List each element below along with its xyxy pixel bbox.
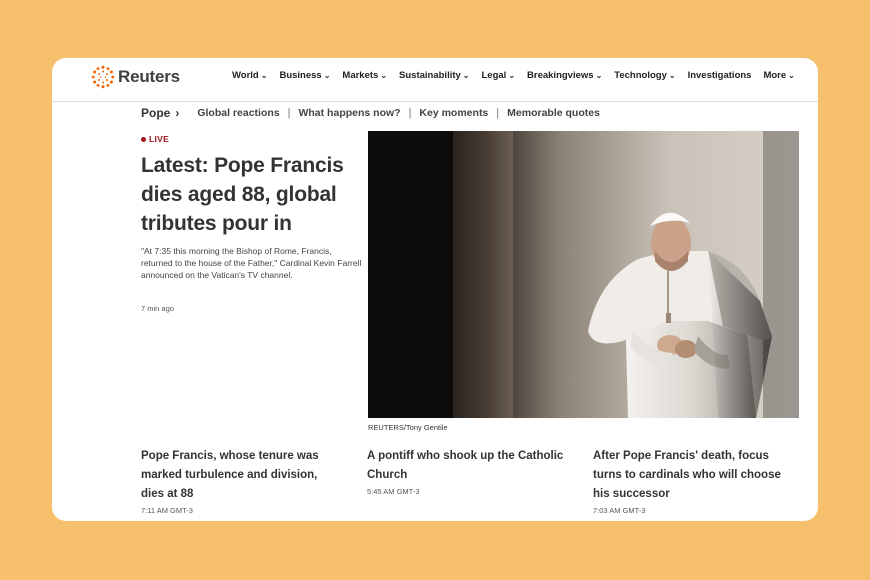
nav-item-investigations[interactable]: Investigations (688, 70, 752, 81)
story-timestamp: 5:45 AM GMT-3 (367, 487, 420, 496)
nav-item-business[interactable]: Business ⌄ (279, 70, 330, 81)
divider: | (408, 107, 412, 119)
reuters-logo-icon (91, 65, 115, 89)
main-headline[interactable]: Latest: Pope Francis dies aged 88, globa… (141, 151, 356, 238)
story-card[interactable]: Pope Francis, whose tenure was marked tu… (141, 447, 341, 515)
nav-item-sustainability[interactable]: Sustainability ⌄ (399, 70, 469, 81)
story-title[interactable]: Pope Francis, whose tenure was marked tu… (141, 447, 341, 504)
chevron-down-icon: ⌄ (380, 71, 388, 80)
nav-label: Legal (481, 70, 507, 81)
subnav-link-key-moments[interactable]: Key moments (419, 107, 488, 119)
nav-label: Technology (614, 70, 667, 81)
story-timestamp: 7:03 AM GMT-3 (593, 506, 646, 515)
chevron-down-icon: ⌄ (508, 71, 516, 80)
section-label: Pope (141, 106, 171, 120)
main-nav: World ⌄ Business ⌄ Markets ⌄ Sustainability… (232, 70, 807, 81)
nav-label: Markets (342, 70, 379, 81)
section-link-pope[interactable]: Pope › (141, 106, 179, 120)
nav-label: Business (279, 70, 322, 81)
live-badge: LIVE (141, 134, 169, 144)
chevron-down-icon: ⌄ (788, 71, 795, 80)
logo-wordmark: Reuters (118, 67, 180, 86)
chevron-down-icon: ⌄ (595, 71, 603, 80)
nav-item-breakingviews[interactable]: Breakingviews ⌄ (527, 70, 602, 81)
chevron-down-icon: ⌄ (260, 71, 268, 80)
story-timestamp: 7:11 AM GMT-3 (141, 506, 193, 515)
nav-label: Investigations (687, 70, 752, 81)
topic-subnav: Pope › Global reactions | What happens n… (141, 106, 600, 120)
chevron-down-icon: ⌄ (462, 71, 470, 80)
divider: | (496, 107, 500, 119)
live-dot-icon (141, 136, 146, 142)
subnav-link-global-reactions[interactable]: Global reactions (197, 107, 279, 119)
reuters-logo[interactable]: Reuters (91, 65, 180, 89)
pope-photo-image (368, 131, 799, 418)
nav-item-more[interactable]: More ⌄ (763, 70, 794, 81)
photo-caption: REUTERS/Tony Gentile (368, 423, 448, 432)
subnav-link-memorable-quotes[interactable]: Memorable quotes (507, 107, 600, 119)
site-header: Reuters World ⌄ Business ⌄ Markets ⌄ Sustai… (52, 58, 818, 102)
subnav-link-what-happens-now[interactable]: What happens now? (298, 107, 400, 119)
live-label: LIVE (149, 134, 170, 144)
nav-label: Sustainability (399, 70, 461, 81)
story-card[interactable]: A pontiff who shook up the Catholic Chur… (367, 447, 582, 496)
story-title[interactable]: A pontiff who shook up the Catholic Chur… (367, 447, 582, 485)
main-summary: "At 7:35 this morning the Bishop of Rome… (141, 246, 362, 280)
chevron-down-icon: ⌄ (668, 71, 676, 80)
nav-label: Breakingviews (527, 70, 594, 81)
story-card[interactable]: After Pope Francis' death, focus turns t… (593, 447, 798, 515)
nav-item-technology[interactable]: Technology ⌄ (614, 70, 675, 81)
chevron-down-icon: ⌄ (323, 71, 331, 80)
nav-label: World (232, 70, 259, 81)
main-timestamp: 7 min ago (141, 304, 174, 313)
chevron-right-icon: › (175, 106, 180, 120)
lead-photo[interactable] (368, 131, 799, 418)
divider: | (287, 107, 291, 119)
story-title[interactable]: After Pope Francis' death, focus turns t… (593, 447, 798, 504)
nav-item-world[interactable]: World ⌄ (232, 70, 267, 81)
nav-label: More (763, 70, 787, 81)
browser-card: Reuters World ⌄ Business ⌄ Markets ⌄ Sustai… (52, 58, 818, 521)
nav-item-legal[interactable]: Legal ⌄ (482, 70, 516, 81)
nav-item-markets[interactable]: Markets ⌄ (342, 70, 387, 81)
